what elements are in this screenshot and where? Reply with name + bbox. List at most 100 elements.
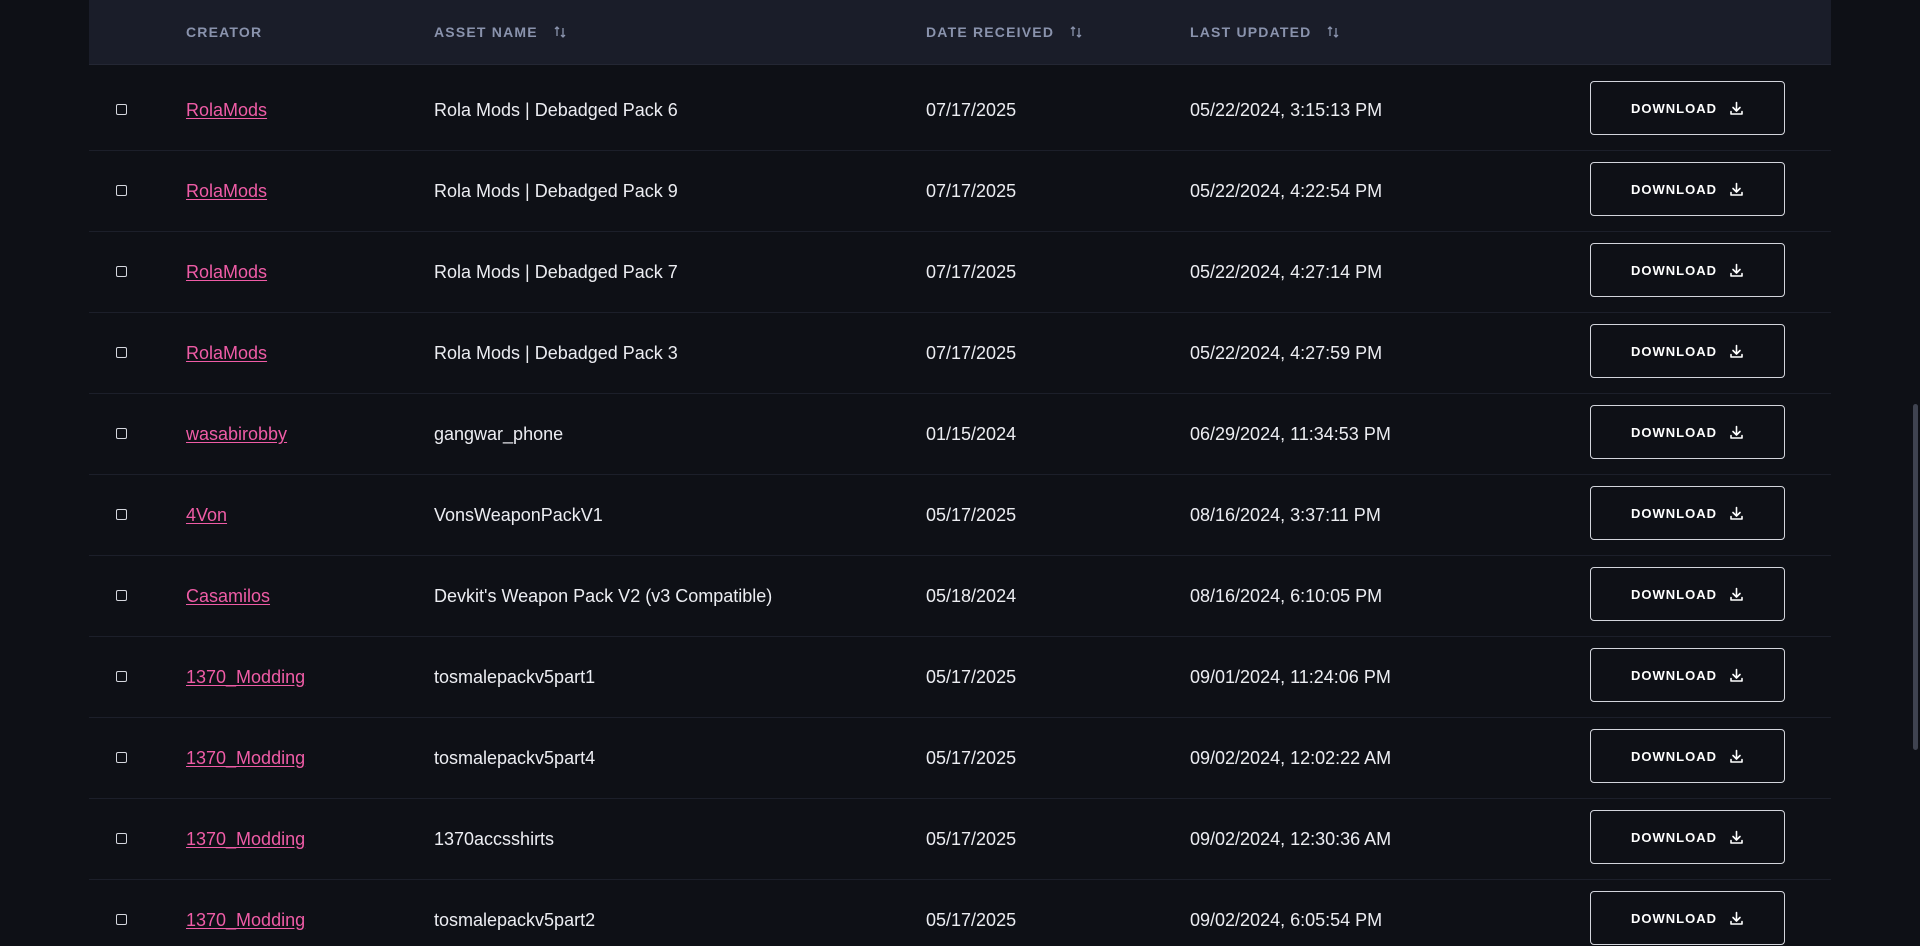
date-received-cell: 05/17/2025 bbox=[926, 880, 1016, 946]
asset-name-cell: Devkit's Weapon Pack V2 (v3 Compatible) bbox=[434, 556, 772, 636]
checkbox-icon[interactable] bbox=[116, 590, 127, 601]
last-updated-cell: 06/29/2024, 11:34:53 PM bbox=[1190, 394, 1391, 474]
download-button[interactable]: DOWNLOAD bbox=[1590, 486, 1785, 540]
date-received-cell: 05/17/2025 bbox=[926, 475, 1016, 555]
download-button[interactable]: DOWNLOAD bbox=[1590, 729, 1785, 783]
creator-link[interactable]: RolaMods bbox=[186, 262, 267, 283]
checkbox-icon[interactable] bbox=[116, 671, 127, 682]
table-row: 1370_Modding tosmalepackv5part2 05/17/20… bbox=[89, 880, 1831, 946]
download-button-label: DOWNLOAD bbox=[1631, 505, 1717, 521]
last-updated-cell: 05/22/2024, 3:15:13 PM bbox=[1190, 70, 1382, 150]
sort-arrows-icon[interactable] bbox=[1070, 26, 1082, 38]
creator-cell: 1370_Modding bbox=[186, 637, 305, 717]
date-received-cell: 07/17/2025 bbox=[926, 151, 1016, 231]
header-date-received[interactable]: DATE RECEIVED bbox=[926, 0, 1082, 64]
table-row: RolaMods Rola Mods | Debadged Pack 3 07/… bbox=[89, 313, 1831, 394]
last-updated: 05/22/2024, 4:27:59 PM bbox=[1190, 342, 1383, 363]
download-button[interactable]: DOWNLOAD bbox=[1590, 567, 1785, 621]
checkbox-icon[interactable] bbox=[116, 347, 127, 358]
sort-arrows-icon[interactable] bbox=[554, 26, 566, 38]
download-button[interactable]: DOWNLOAD bbox=[1590, 162, 1785, 216]
checkbox-icon[interactable] bbox=[116, 914, 127, 925]
creator-link[interactable]: Casamilos bbox=[186, 586, 270, 607]
table-body: RolaMods Rola Mods | Debadged Pack 6 07/… bbox=[89, 70, 1831, 946]
creator-cell: RolaMods bbox=[186, 313, 267, 393]
table-row: 1370_Modding tosmalepackv5part4 05/17/20… bbox=[89, 718, 1831, 799]
last-updated: 06/29/2024, 11:34:53 PM bbox=[1190, 423, 1391, 444]
date-received-cell: 05/17/2025 bbox=[926, 637, 1016, 717]
header-asset-name[interactable]: ASSET NAME bbox=[434, 0, 566, 64]
creator-cell: RolaMods bbox=[186, 151, 267, 231]
asset-name-cell: VonsWeaponPackV1 bbox=[434, 475, 603, 555]
last-updated: 05/22/2024, 3:15:13 PM bbox=[1190, 99, 1383, 120]
date-received: 05/17/2025 bbox=[926, 666, 1017, 687]
checkbox-icon[interactable] bbox=[116, 104, 127, 115]
date-received: 07/17/2025 bbox=[926, 342, 1017, 363]
last-updated-cell: 05/22/2024, 4:27:14 PM bbox=[1190, 232, 1382, 312]
creator-cell: RolaMods bbox=[186, 232, 267, 312]
asset-name-cell: Rola Mods | Debadged Pack 3 bbox=[434, 313, 678, 393]
date-received-cell: 07/17/2025 bbox=[926, 313, 1016, 393]
date-received-cell: 05/17/2025 bbox=[926, 718, 1016, 798]
download-button[interactable]: DOWNLOAD bbox=[1590, 810, 1785, 864]
download-button-label: DOWNLOAD bbox=[1631, 181, 1717, 197]
date-received: 07/17/2025 bbox=[926, 99, 1017, 120]
download-button[interactable]: DOWNLOAD bbox=[1590, 324, 1785, 378]
checkbox-icon[interactable] bbox=[116, 185, 127, 196]
creator-link[interactable]: 1370_Modding bbox=[186, 829, 305, 850]
asset-name-cell: Rola Mods | Debadged Pack 6 bbox=[434, 70, 678, 150]
download-button[interactable]: DOWNLOAD bbox=[1590, 891, 1785, 945]
checkbox-icon[interactable] bbox=[116, 752, 127, 763]
asset-name: Rola Mods | Debadged Pack 6 bbox=[434, 99, 678, 120]
asset-name-cell: Rola Mods | Debadged Pack 9 bbox=[434, 151, 678, 231]
download-icon bbox=[1729, 101, 1744, 116]
creator-link[interactable]: 1370_Modding bbox=[186, 910, 305, 931]
creator-cell: RolaMods bbox=[186, 70, 267, 150]
date-received: 05/17/2025 bbox=[926, 828, 1017, 849]
download-button-label: DOWNLOAD bbox=[1631, 667, 1717, 683]
creator-link[interactable]: wasabirobby bbox=[186, 424, 287, 445]
table-row: RolaMods Rola Mods | Debadged Pack 7 07/… bbox=[89, 232, 1831, 313]
table-row: wasabirobby gangwar_phone 01/15/2024 06/… bbox=[89, 394, 1831, 475]
download-button[interactable]: DOWNLOAD bbox=[1590, 243, 1785, 297]
creator-link[interactable]: RolaMods bbox=[186, 100, 267, 121]
asset-name: tosmalepackv5part4 bbox=[434, 747, 596, 768]
creator-link[interactable]: 1370_Modding bbox=[186, 748, 305, 769]
checkbox-icon[interactable] bbox=[116, 428, 127, 439]
date-received-cell: 05/17/2025 bbox=[926, 799, 1016, 879]
download-button[interactable]: DOWNLOAD bbox=[1590, 81, 1785, 135]
creator-link[interactable]: 1370_Modding bbox=[186, 667, 305, 688]
creator-cell: Casamilos bbox=[186, 556, 270, 636]
creator-link[interactable]: RolaMods bbox=[186, 181, 267, 202]
asset-name: VonsWeaponPackV1 bbox=[434, 504, 603, 525]
date-received: 05/17/2025 bbox=[926, 504, 1017, 525]
last-updated-cell: 08/16/2024, 3:37:11 PM bbox=[1190, 475, 1381, 555]
table-row: RolaMods Rola Mods | Debadged Pack 6 07/… bbox=[89, 70, 1831, 151]
checkbox-icon[interactable] bbox=[116, 509, 127, 520]
creator-cell: wasabirobby bbox=[186, 394, 287, 474]
creator-cell: 4Von bbox=[186, 475, 227, 555]
creator-link[interactable]: 4Von bbox=[186, 505, 227, 526]
sort-arrows-icon[interactable] bbox=[1327, 26, 1339, 38]
header-last-updated[interactable]: LAST UPDATED bbox=[1190, 0, 1339, 64]
asset-name-cell: Rola Mods | Debadged Pack 7 bbox=[434, 232, 678, 312]
download-button[interactable]: DOWNLOAD bbox=[1590, 405, 1785, 459]
date-received: 05/17/2025 bbox=[926, 909, 1017, 930]
asset-list-page: CREATOR ASSET NAME DATE RECEIVED LAST UP… bbox=[0, 0, 1920, 946]
last-updated: 05/22/2024, 4:22:54 PM bbox=[1190, 180, 1383, 201]
date-received: 07/17/2025 bbox=[926, 261, 1017, 282]
date-received: 01/15/2024 bbox=[926, 423, 1017, 444]
creator-cell: 1370_Modding bbox=[186, 799, 305, 879]
asset-name: tosmalepackv5part1 bbox=[434, 666, 596, 687]
date-received-cell: 07/17/2025 bbox=[926, 70, 1016, 150]
creator-link[interactable]: RolaMods bbox=[186, 343, 267, 364]
header-creator-label: CREATOR bbox=[186, 24, 263, 40]
checkbox-icon[interactable] bbox=[116, 833, 127, 844]
scrollbar-thumb[interactable] bbox=[1913, 404, 1918, 750]
date-received-cell: 01/15/2024 bbox=[926, 394, 1016, 474]
table-row: Casamilos Devkit's Weapon Pack V2 (v3 Co… bbox=[89, 556, 1831, 637]
checkbox-icon[interactable] bbox=[116, 266, 127, 277]
last-updated-cell: 09/02/2024, 12:30:36 AM bbox=[1190, 799, 1391, 879]
download-icon bbox=[1729, 263, 1744, 278]
download-button[interactable]: DOWNLOAD bbox=[1590, 648, 1785, 702]
